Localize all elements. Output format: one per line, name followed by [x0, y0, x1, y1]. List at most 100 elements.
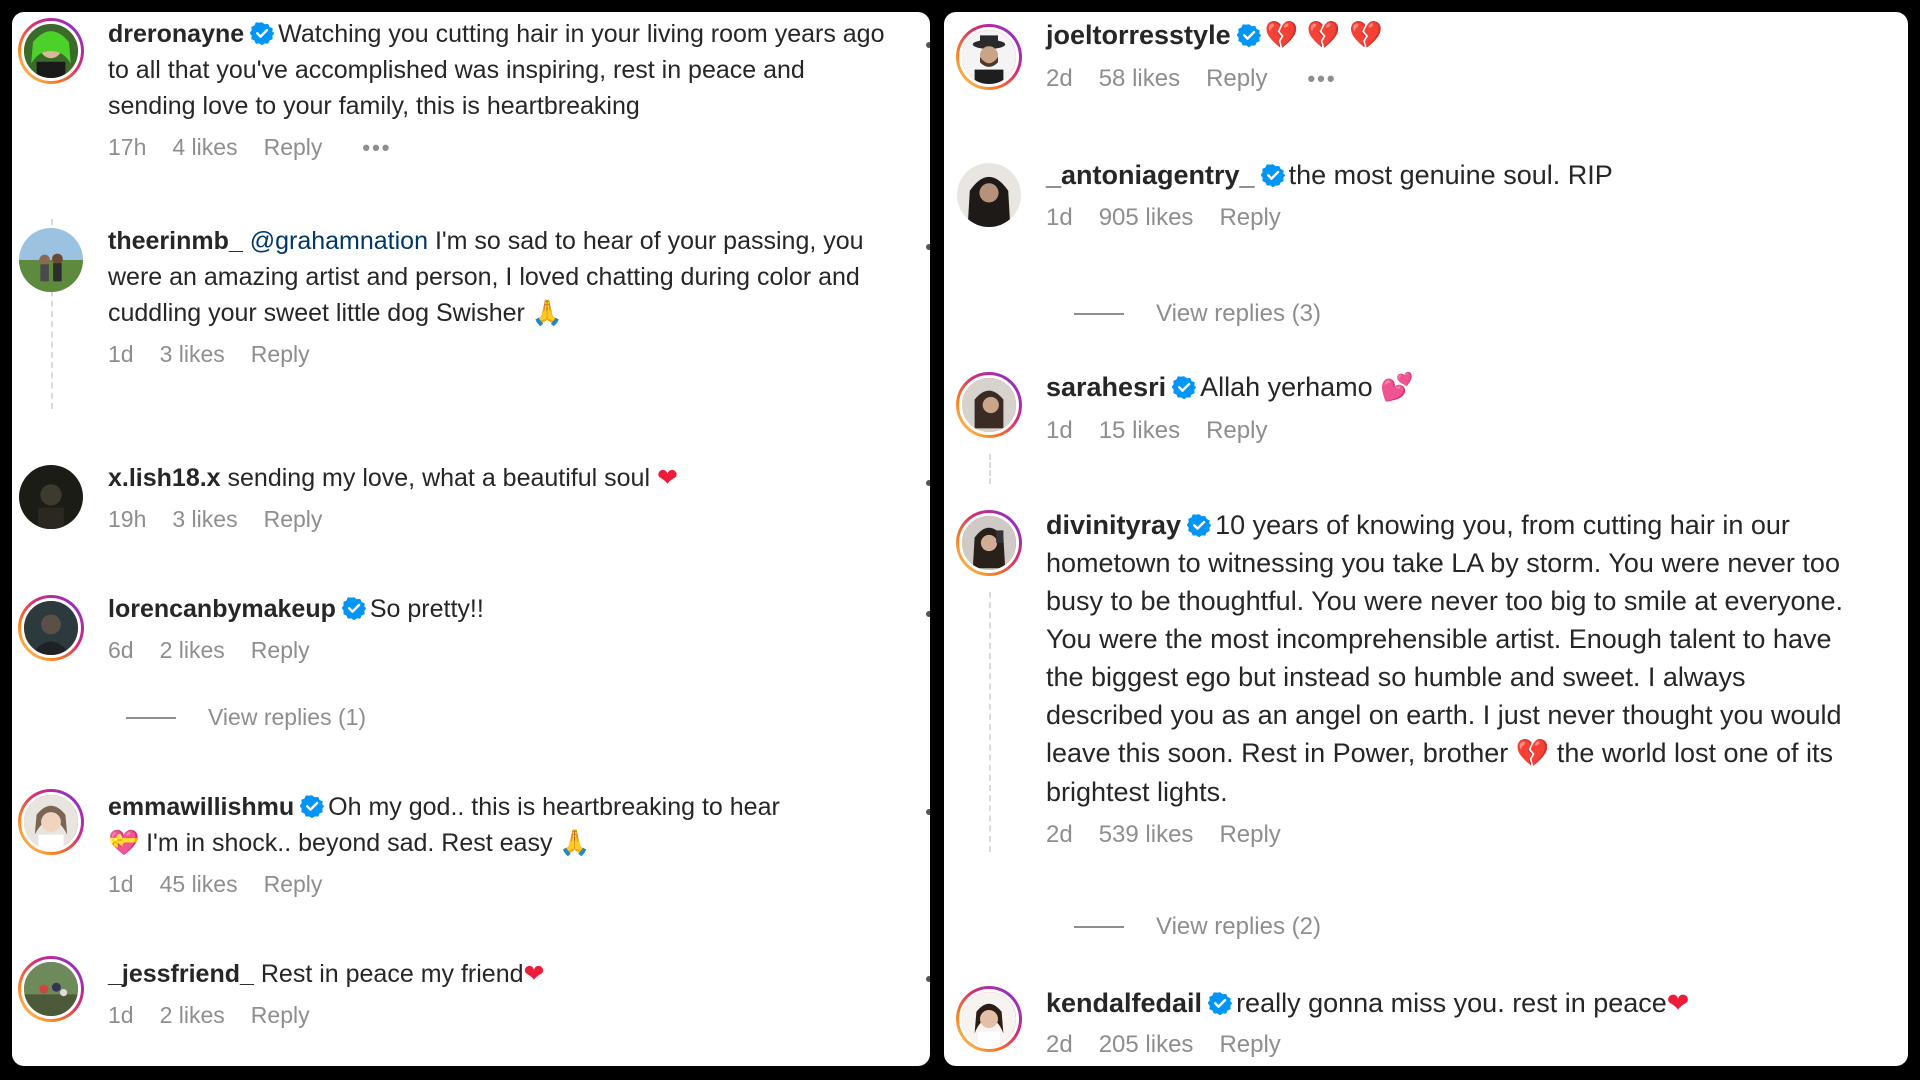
comment-likes[interactable]: 205 likes: [1099, 1031, 1194, 1059]
comment-age: 6d: [108, 637, 134, 663]
more-options-icon[interactable]: •••: [1307, 66, 1336, 92]
broken-heart-emoji-icon: 💔 💔 💔: [1264, 20, 1383, 51]
avatar[interactable]: [956, 510, 1022, 576]
avatar[interactable]: [18, 464, 84, 530]
reply-button[interactable]: Reply: [1206, 65, 1267, 93]
comment-username[interactable]: _antoniagentry_: [1046, 160, 1255, 190]
comment-item: sarahesri Allah yerhamo 💕 1d 15 likes Rep…: [944, 364, 1908, 484]
avatar[interactable]: [18, 595, 84, 661]
avatar[interactable]: [18, 956, 84, 1022]
comment-username[interactable]: kendalfedail: [1046, 988, 1202, 1018]
heart-ribbon-emoji-icon: 💝: [108, 828, 140, 857]
reply-button[interactable]: Reply: [264, 506, 323, 533]
mention-link[interactable]: @grahamnation: [250, 227, 428, 255]
comment-item: emmawillishmu Oh my god.. this is heartbr…: [12, 785, 930, 898]
reply-button[interactable]: Reply: [264, 134, 323, 161]
divider: [1074, 926, 1124, 928]
comment-text: _jessfriend_ Rest in peace my friend❤: [108, 956, 890, 992]
view-replies-label: View replies (2): [1156, 913, 1321, 940]
broken-heart-emoji-icon: 💔: [1515, 738, 1550, 769]
comment-likes[interactable]: 4 likes: [172, 134, 237, 161]
more-options-icon[interactable]: •••: [362, 135, 391, 161]
reply-button[interactable]: Reply: [1219, 204, 1280, 232]
reply-button[interactable]: Reply: [264, 871, 323, 898]
comment-age: 2d: [1046, 821, 1073, 848]
view-replies-button[interactable]: View replies (2): [1074, 913, 1321, 941]
comment-text: lorencanbymakeup So pretty!!: [108, 591, 890, 627]
view-replies-button[interactable]: View replies (1): [126, 704, 366, 731]
comment-meta: 2d 205 likes Reply: [1046, 1031, 1868, 1059]
comment-username[interactable]: sarahesri: [1046, 372, 1166, 402]
scroll-marker: [926, 976, 930, 982]
comment-likes[interactable]: 905 likes: [1099, 204, 1194, 232]
avatar[interactable]: [18, 18, 84, 84]
comment-likes[interactable]: 2 likes: [160, 637, 225, 664]
comment-username[interactable]: joeltorresstyle: [1046, 20, 1231, 50]
avatar[interactable]: [956, 162, 1022, 228]
comment-age: 1d: [1046, 417, 1073, 444]
comment-meta: 1d 45 likes Reply: [108, 871, 890, 898]
verified-icon: [1261, 163, 1285, 187]
comment-text: _antoniagentry_ the most genuine soul. RI…: [1046, 156, 1868, 194]
comment-likes[interactable]: 3 likes: [172, 506, 237, 533]
right-comments-panel: joeltorresstyle 💔 💔 💔 2d 58 likes Reply •…: [944, 12, 1908, 1066]
verified-icon: [342, 596, 366, 620]
heart-emoji-icon: ❤: [1666, 988, 1690, 1019]
comment-body: Rest in peace my friend: [260, 960, 524, 988]
avatar[interactable]: [956, 986, 1022, 1052]
reply-button[interactable]: Reply: [251, 341, 310, 368]
comment-username[interactable]: _jessfriend_: [108, 960, 254, 988]
comment-likes[interactable]: 539 likes: [1099, 821, 1194, 849]
comment-username[interactable]: theerinmb_: [108, 227, 243, 255]
comment-username[interactable]: x.lish18.x: [108, 464, 221, 492]
avatar[interactable]: [956, 372, 1022, 438]
comment-text: sarahesri Allah yerhamo 💕: [1046, 368, 1868, 407]
comment-text: kendalfedail really gonna miss you. rest …: [1046, 984, 1868, 1023]
verified-icon: [300, 794, 324, 818]
scroll-marker: [926, 42, 930, 48]
comment-text: dreronayne Watching you cutting hair in y…: [108, 16, 890, 124]
comment-text: divinityray 10 years of knowing you, from…: [1046, 506, 1868, 811]
heart-emoji-icon: ❤: [656, 463, 678, 492]
reply-button[interactable]: Reply: [1219, 821, 1280, 849]
comment-meta: 1d 15 likes Reply: [1046, 417, 1868, 445]
comment-age: 19h: [108, 506, 147, 532]
comment-body: really gonna miss you. rest in peace: [1236, 988, 1667, 1018]
pray-emoji-icon: 🙏: [531, 298, 563, 327]
comment-username[interactable]: divinityray: [1046, 510, 1181, 540]
avatar[interactable]: [18, 789, 84, 855]
divider: [1074, 313, 1124, 315]
comment-item: lorencanbymakeup So pretty!! 6d 2 likes R…: [12, 587, 930, 664]
heart-emoji-icon: ❤: [523, 959, 545, 988]
two-hearts-emoji-icon: 💕: [1380, 372, 1414, 403]
comment-username[interactable]: dreronayne: [108, 20, 244, 48]
comment-body-cont: I'm in shock.. beyond sad. Rest easy: [146, 829, 553, 857]
avatar[interactable]: [18, 227, 84, 293]
comment-likes[interactable]: 2 likes: [160, 1002, 225, 1029]
scroll-marker: [926, 244, 930, 250]
view-replies-label: View replies (1): [208, 704, 367, 730]
scroll-marker: [926, 809, 930, 815]
reply-button[interactable]: Reply: [1206, 417, 1267, 445]
comment-likes[interactable]: 45 likes: [160, 871, 238, 898]
comment-username[interactable]: emmawillishmu: [108, 793, 294, 821]
comment-likes[interactable]: 3 likes: [160, 341, 225, 368]
reply-button[interactable]: Reply: [251, 637, 310, 664]
comment-likes[interactable]: 58 likes: [1099, 65, 1180, 93]
avatar[interactable]: [956, 24, 1022, 90]
comment-item: _antoniagentry_ the most genuine soul. RI…: [944, 152, 1908, 232]
comment-item: x.lish18.x sending my love, what a beaut…: [12, 456, 930, 533]
comment-username[interactable]: lorencanbymakeup: [108, 595, 336, 623]
comment-body: sending my love, what a beautiful soul: [227, 464, 651, 492]
comment-meta: 1d 2 likes Reply: [108, 1002, 890, 1029]
comment-body: Oh my god.. this is heartbreaking to hea…: [328, 793, 780, 821]
comment-body: the most genuine soul. RIP: [1288, 160, 1613, 190]
comment-likes[interactable]: 15 likes: [1099, 417, 1180, 445]
comment-meta: 1d 905 likes Reply: [1046, 204, 1868, 232]
reply-button[interactable]: Reply: [251, 1002, 310, 1029]
reply-button[interactable]: Reply: [1219, 1031, 1280, 1059]
view-replies-button[interactable]: View replies (3): [1074, 300, 1321, 328]
comment-text: theerinmb_ @grahamnation I'm so sad to h…: [108, 223, 890, 331]
comment-meta: 17h 4 likes Reply •••: [108, 134, 890, 161]
verified-icon: [1237, 23, 1261, 47]
